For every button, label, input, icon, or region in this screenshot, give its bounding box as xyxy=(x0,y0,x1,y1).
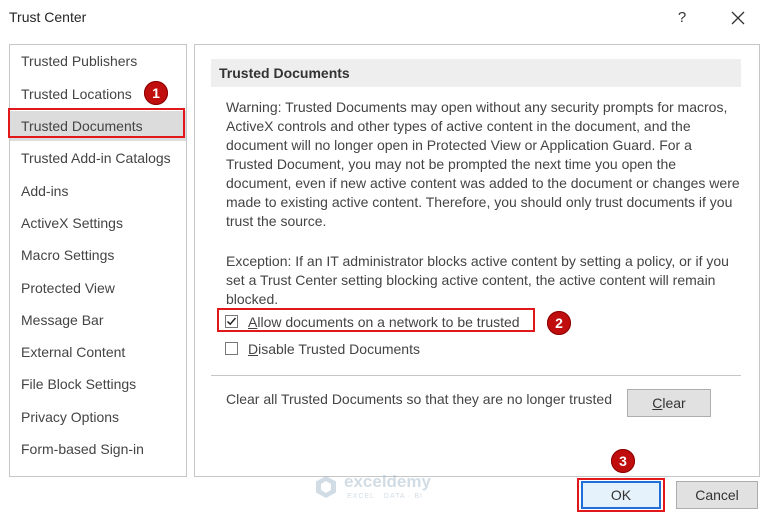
checkmark-icon xyxy=(226,317,237,326)
help-button[interactable]: ? xyxy=(668,4,696,32)
nav-item-message-bar[interactable]: Message Bar xyxy=(10,305,186,335)
clear-description: Clear all Trusted Documents so that they… xyxy=(226,391,612,407)
nav-item-activex-settings[interactable]: ActiveX Settings xyxy=(10,208,186,238)
step-badge-1: 1 xyxy=(144,81,168,105)
nav-item-external-content[interactable]: External Content xyxy=(10,337,186,367)
nav-item-form-based-sign-in[interactable]: Form-based Sign-in xyxy=(10,434,186,464)
watermark-name: exceldemy xyxy=(344,472,431,491)
title-bar: Trust Center ? xyxy=(0,0,767,36)
checkbox-box[interactable] xyxy=(225,315,238,328)
step-badge-3: 3 xyxy=(611,449,635,473)
checkbox-box[interactable] xyxy=(225,342,238,355)
nav-item-trusted-add-in-catalogs[interactable]: Trusted Add-in Catalogs xyxy=(10,143,186,173)
close-icon xyxy=(731,11,745,25)
warning-text: Warning: Trusted Documents may open with… xyxy=(226,99,740,229)
section-header: Trusted Documents xyxy=(211,59,741,87)
section-title: Trusted Documents xyxy=(219,65,350,81)
watermark-logo-icon xyxy=(316,476,336,498)
nav-item-file-block-settings[interactable]: File Block Settings xyxy=(10,369,186,399)
nav-item-macro-settings[interactable]: Macro Settings xyxy=(10,240,186,270)
clear-button[interactable]: Clear xyxy=(627,389,711,417)
settings-panel: Trusted Documents Warning: Trusted Docum… xyxy=(194,44,760,477)
section-divider xyxy=(211,375,741,376)
disable-trusted-documents-checkbox[interactable]: Disable Trusted Documents xyxy=(225,341,475,359)
ok-button[interactable]: OK xyxy=(581,481,661,509)
checkbox-label: Allow documents on a network to be trust… xyxy=(248,314,520,330)
nav-item-trusted-publishers[interactable]: Trusted Publishers xyxy=(10,46,186,76)
exception-text: Exception: If an IT administrator blocks… xyxy=(226,253,729,307)
trust-center-dialog: Trust Center ? Trusted Publishers Truste… xyxy=(0,0,767,516)
step-badge-2: 2 xyxy=(547,311,571,335)
checkbox-label: Disable Trusted Documents xyxy=(248,341,420,357)
nav-item-add-ins[interactable]: Add-ins xyxy=(10,176,186,206)
nav-item-trusted-documents[interactable]: Trusted Documents xyxy=(10,111,186,141)
nav-item-protected-view[interactable]: Protected View xyxy=(10,273,186,303)
category-list: Trusted Publishers Trusted Locations Tru… xyxy=(9,44,187,477)
watermark: exceldemy EXCEL · DATA · BI xyxy=(311,470,461,506)
window-title: Trust Center xyxy=(9,9,87,25)
close-button[interactable] xyxy=(724,4,752,32)
allow-network-documents-checkbox[interactable]: Allow documents on a network to be trust… xyxy=(225,314,535,332)
nav-item-privacy-options[interactable]: Privacy Options xyxy=(10,402,186,432)
cancel-button[interactable]: Cancel xyxy=(676,481,758,509)
watermark-tagline: EXCEL · DATA · BI xyxy=(347,493,423,500)
